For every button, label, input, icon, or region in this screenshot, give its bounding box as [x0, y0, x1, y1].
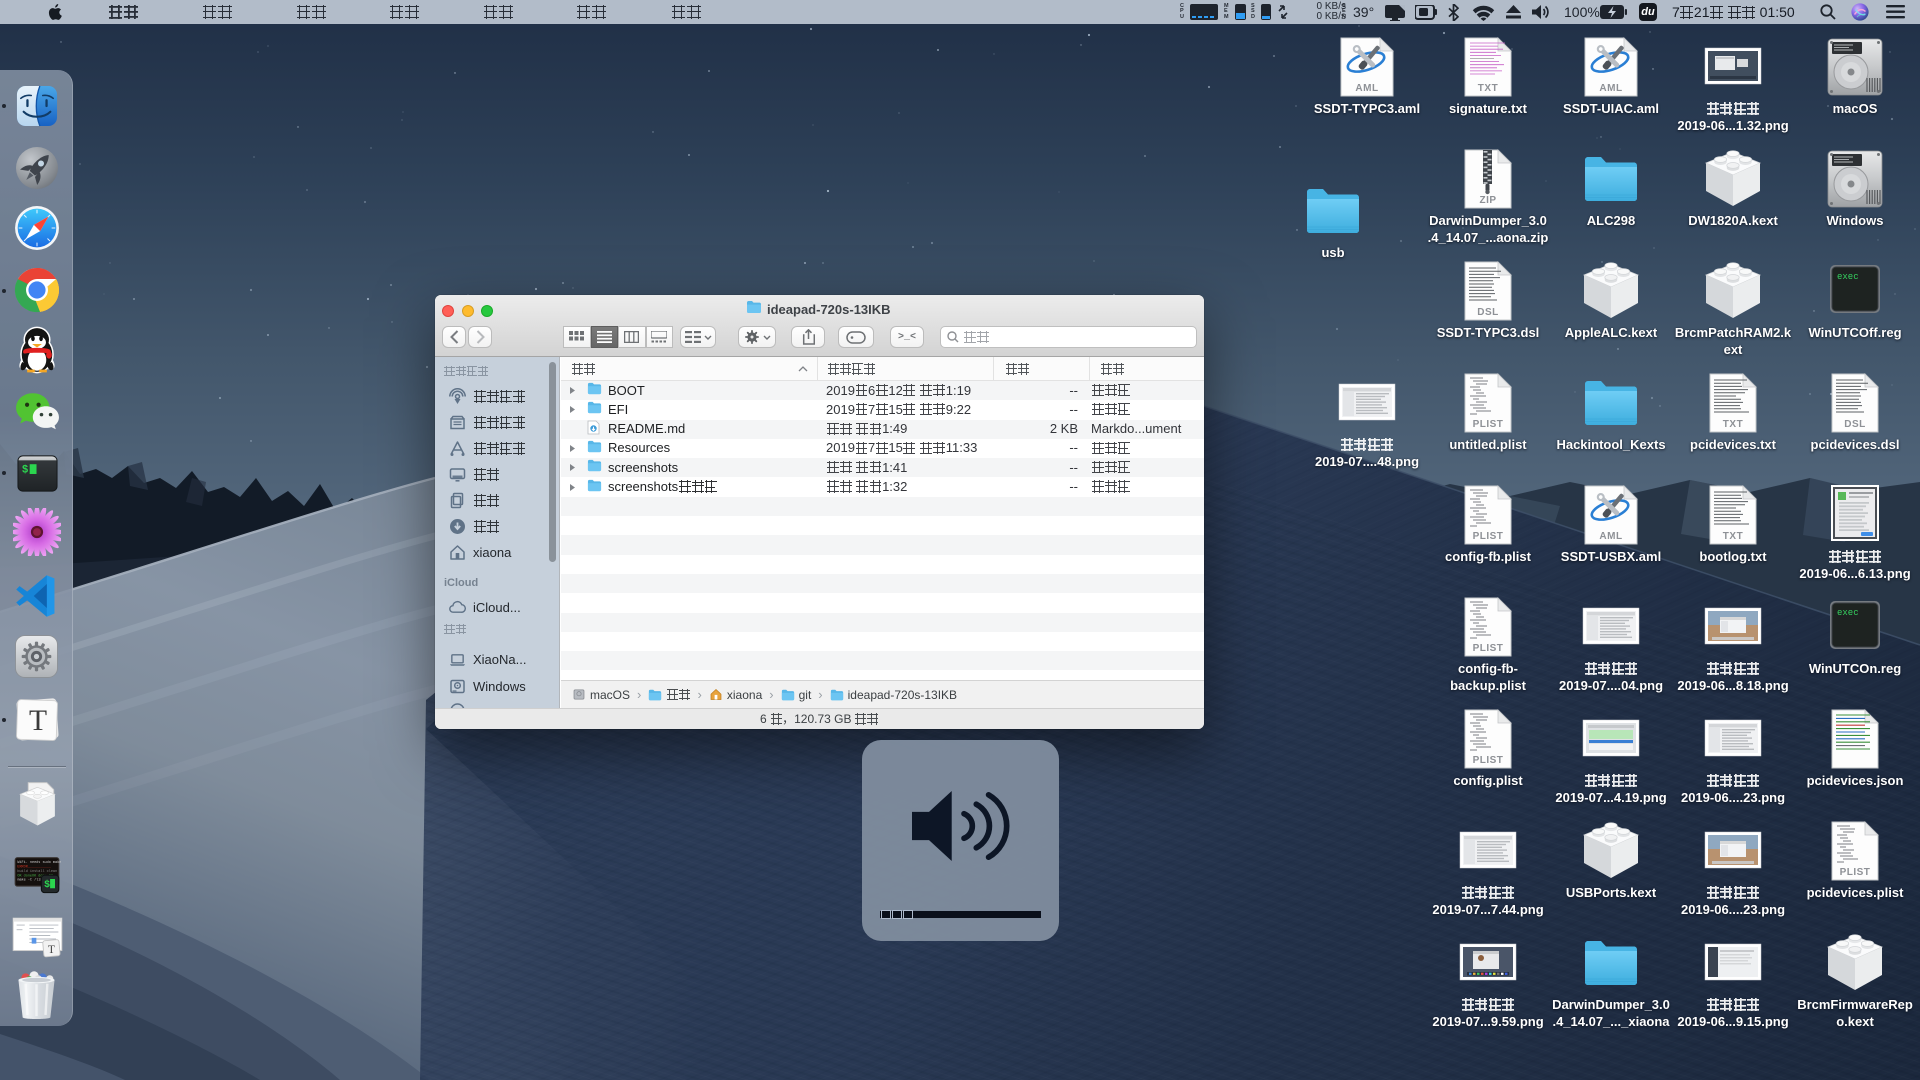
svg-text:$: $: [44, 879, 50, 890]
svg-text:exec: exec: [1837, 608, 1859, 618]
svg-text:DSL: DSL: [1844, 419, 1866, 430]
svg-text:DSL: DSL: [1477, 307, 1499, 318]
svg-text:exec: exec: [1837, 272, 1859, 282]
svg-text:AML: AML: [1599, 531, 1622, 542]
svg-text:TXT: TXT: [1723, 531, 1743, 542]
svg-text:PLIST: PLIST: [1840, 867, 1871, 878]
svg-text:T: T: [29, 705, 47, 737]
svg-text:T: T: [48, 943, 55, 956]
svg-text:PLIST: PLIST: [1473, 643, 1504, 654]
svg-text:PLIST: PLIST: [1473, 755, 1504, 766]
svg-text:ZIP: ZIP: [1479, 195, 1496, 206]
svg-text:$: $: [22, 465, 29, 477]
svg-text:PLIST: PLIST: [1473, 531, 1504, 542]
svg-text:AML: AML: [1599, 83, 1622, 94]
svg-text:AML: AML: [1355, 83, 1378, 94]
svg-text:TXT: TXT: [1478, 83, 1498, 94]
svg-text:WiFi. needs sudo make: WiFi. needs sudo make: [17, 860, 61, 865]
svg-text:TXT: TXT: [1723, 419, 1743, 430]
svg-text:build install clean: build install clean: [17, 869, 57, 874]
svg-text:PLIST: PLIST: [1473, 419, 1504, 430]
